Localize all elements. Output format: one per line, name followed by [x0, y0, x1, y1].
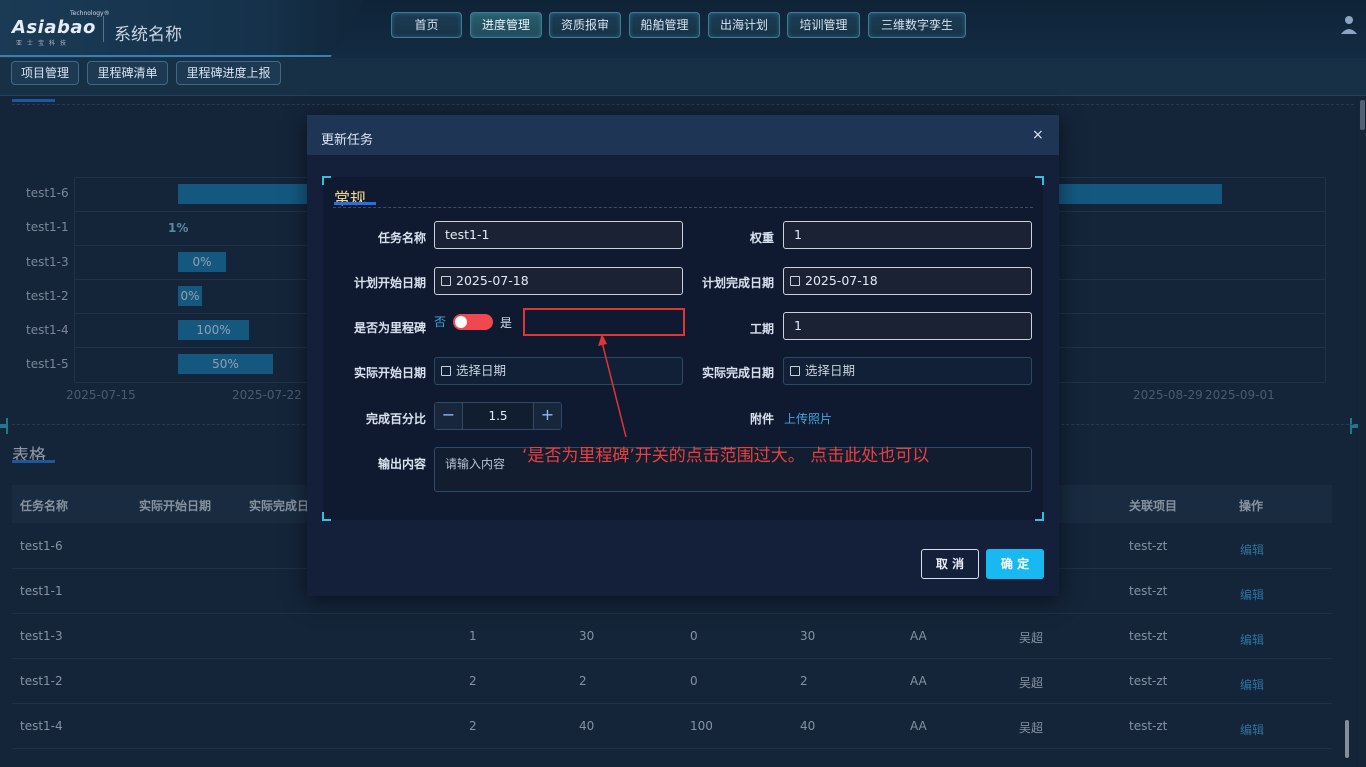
actual-end-placeholder: 选择日期 [805, 363, 856, 378]
user-icon[interactable] [1340, 14, 1358, 36]
subnav-project-management[interactable]: 项目管理 [11, 61, 79, 85]
percent-stepper: − 1.5 + [434, 402, 562, 430]
plan-end-label: 计划完成日期 [701, 276, 774, 290]
panel-corner [322, 176, 331, 185]
dialog-form-panel: 常规 任务名称 test1-1 权重 1 计划开始日期 2025-07-18 计… [322, 176, 1044, 521]
confirm-button[interactable]: 确 定 [986, 549, 1044, 579]
nav-training[interactable]: 培训管理 [787, 12, 860, 38]
form-section-divider [333, 207, 1033, 208]
nav-sea-plan[interactable]: 出海计划 [708, 12, 780, 38]
dialog-title: 更新任务 [321, 133, 374, 148]
increment-button[interactable]: + [533, 403, 561, 429]
actual-start-date-input[interactable]: 选择日期 [434, 357, 683, 385]
dialog-header: 更新任务 × [307, 115, 1059, 155]
cancel-button[interactable]: 取 消 [921, 549, 979, 579]
weight-label: 权重 [749, 231, 774, 245]
subnav-milestone-report[interactable]: 里程碑进度上报 [176, 61, 281, 85]
output-label: 输出内容 [377, 457, 426, 471]
actual-end-label: 实际完成日期 [701, 366, 774, 380]
nav-progress[interactable]: 进度管理 [470, 12, 542, 38]
plan-start-label: 计划开始日期 [353, 276, 426, 290]
percent-label: 完成百分比 [365, 412, 426, 426]
milestone-label: 是否为里程碑 [353, 321, 426, 335]
panel-corner [1035, 512, 1044, 521]
nav-home[interactable]: 首页 [391, 12, 462, 38]
duration-input[interactable]: 1 [783, 312, 1032, 340]
milestone-off-label[interactable]: 否 [434, 313, 446, 330]
brand-divider [103, 16, 104, 42]
update-task-dialog: 更新任务 × 常规 任务名称 test1-1 权重 1 计划开始日期 2025-… [307, 115, 1059, 596]
logo-cn-text: 亚士宝科技 [16, 40, 72, 47]
company-logo: Technology® Asiabao 亚士宝科技 [12, 10, 110, 47]
calendar-icon [790, 276, 800, 286]
close-icon[interactable]: × [1032, 127, 1044, 143]
calendar-icon [441, 366, 451, 376]
upload-photo-link[interactable]: 上传照片 [784, 410, 832, 427]
annotation-note: ‘是否为里程碑’开关的点击范围过大。 点击此处也可以 [522, 446, 930, 466]
panel-corner [1035, 176, 1044, 185]
nav-ships[interactable]: 船舶管理 [629, 12, 700, 38]
top-header: Technology® Asiabao 亚士宝科技 系统名称 首页 进度管理 资… [0, 0, 1366, 58]
milestone-toggle[interactable] [453, 314, 493, 330]
task-name-input[interactable]: test1-1 [434, 221, 683, 249]
panel-corner [322, 512, 331, 521]
form-section-title: 常规 [334, 189, 367, 208]
plan-start-date-input[interactable]: 2025-07-18 [434, 267, 683, 295]
attachment-label: 附件 [749, 412, 774, 426]
logo-text: Asiabao [12, 17, 96, 38]
duration-label: 工期 [749, 322, 774, 336]
sub-nav: 项目管理 里程碑清单 里程碑进度上报 [0, 58, 1366, 96]
calendar-icon [790, 366, 800, 376]
form-section-underline [334, 202, 376, 205]
subnav-milestone-list[interactable]: 里程碑清单 [87, 61, 168, 85]
percent-value[interactable]: 1.5 [463, 403, 533, 429]
plan-end-date-value: 2025-07-18 [805, 273, 878, 288]
actual-start-label: 实际开始日期 [353, 366, 426, 380]
milestone-on-label[interactable]: 是 [500, 314, 512, 331]
plan-end-date-input[interactable]: 2025-07-18 [783, 267, 1032, 295]
toggle-knob [455, 316, 467, 328]
actual-start-placeholder: 选择日期 [456, 363, 507, 378]
decrement-button[interactable]: − [435, 403, 463, 429]
calendar-icon [441, 276, 451, 286]
system-name: 系统名称 [114, 25, 182, 45]
actual-end-date-input[interactable]: 选择日期 [783, 357, 1032, 385]
plan-start-date-value: 2025-07-18 [456, 273, 529, 288]
task-name-label: 任务名称 [377, 231, 426, 245]
weight-input[interactable]: 1 [783, 221, 1032, 249]
nav-digital-twin[interactable]: 三维数字孪生 [868, 12, 966, 38]
nav-qualification[interactable]: 资质报审 [549, 12, 621, 38]
